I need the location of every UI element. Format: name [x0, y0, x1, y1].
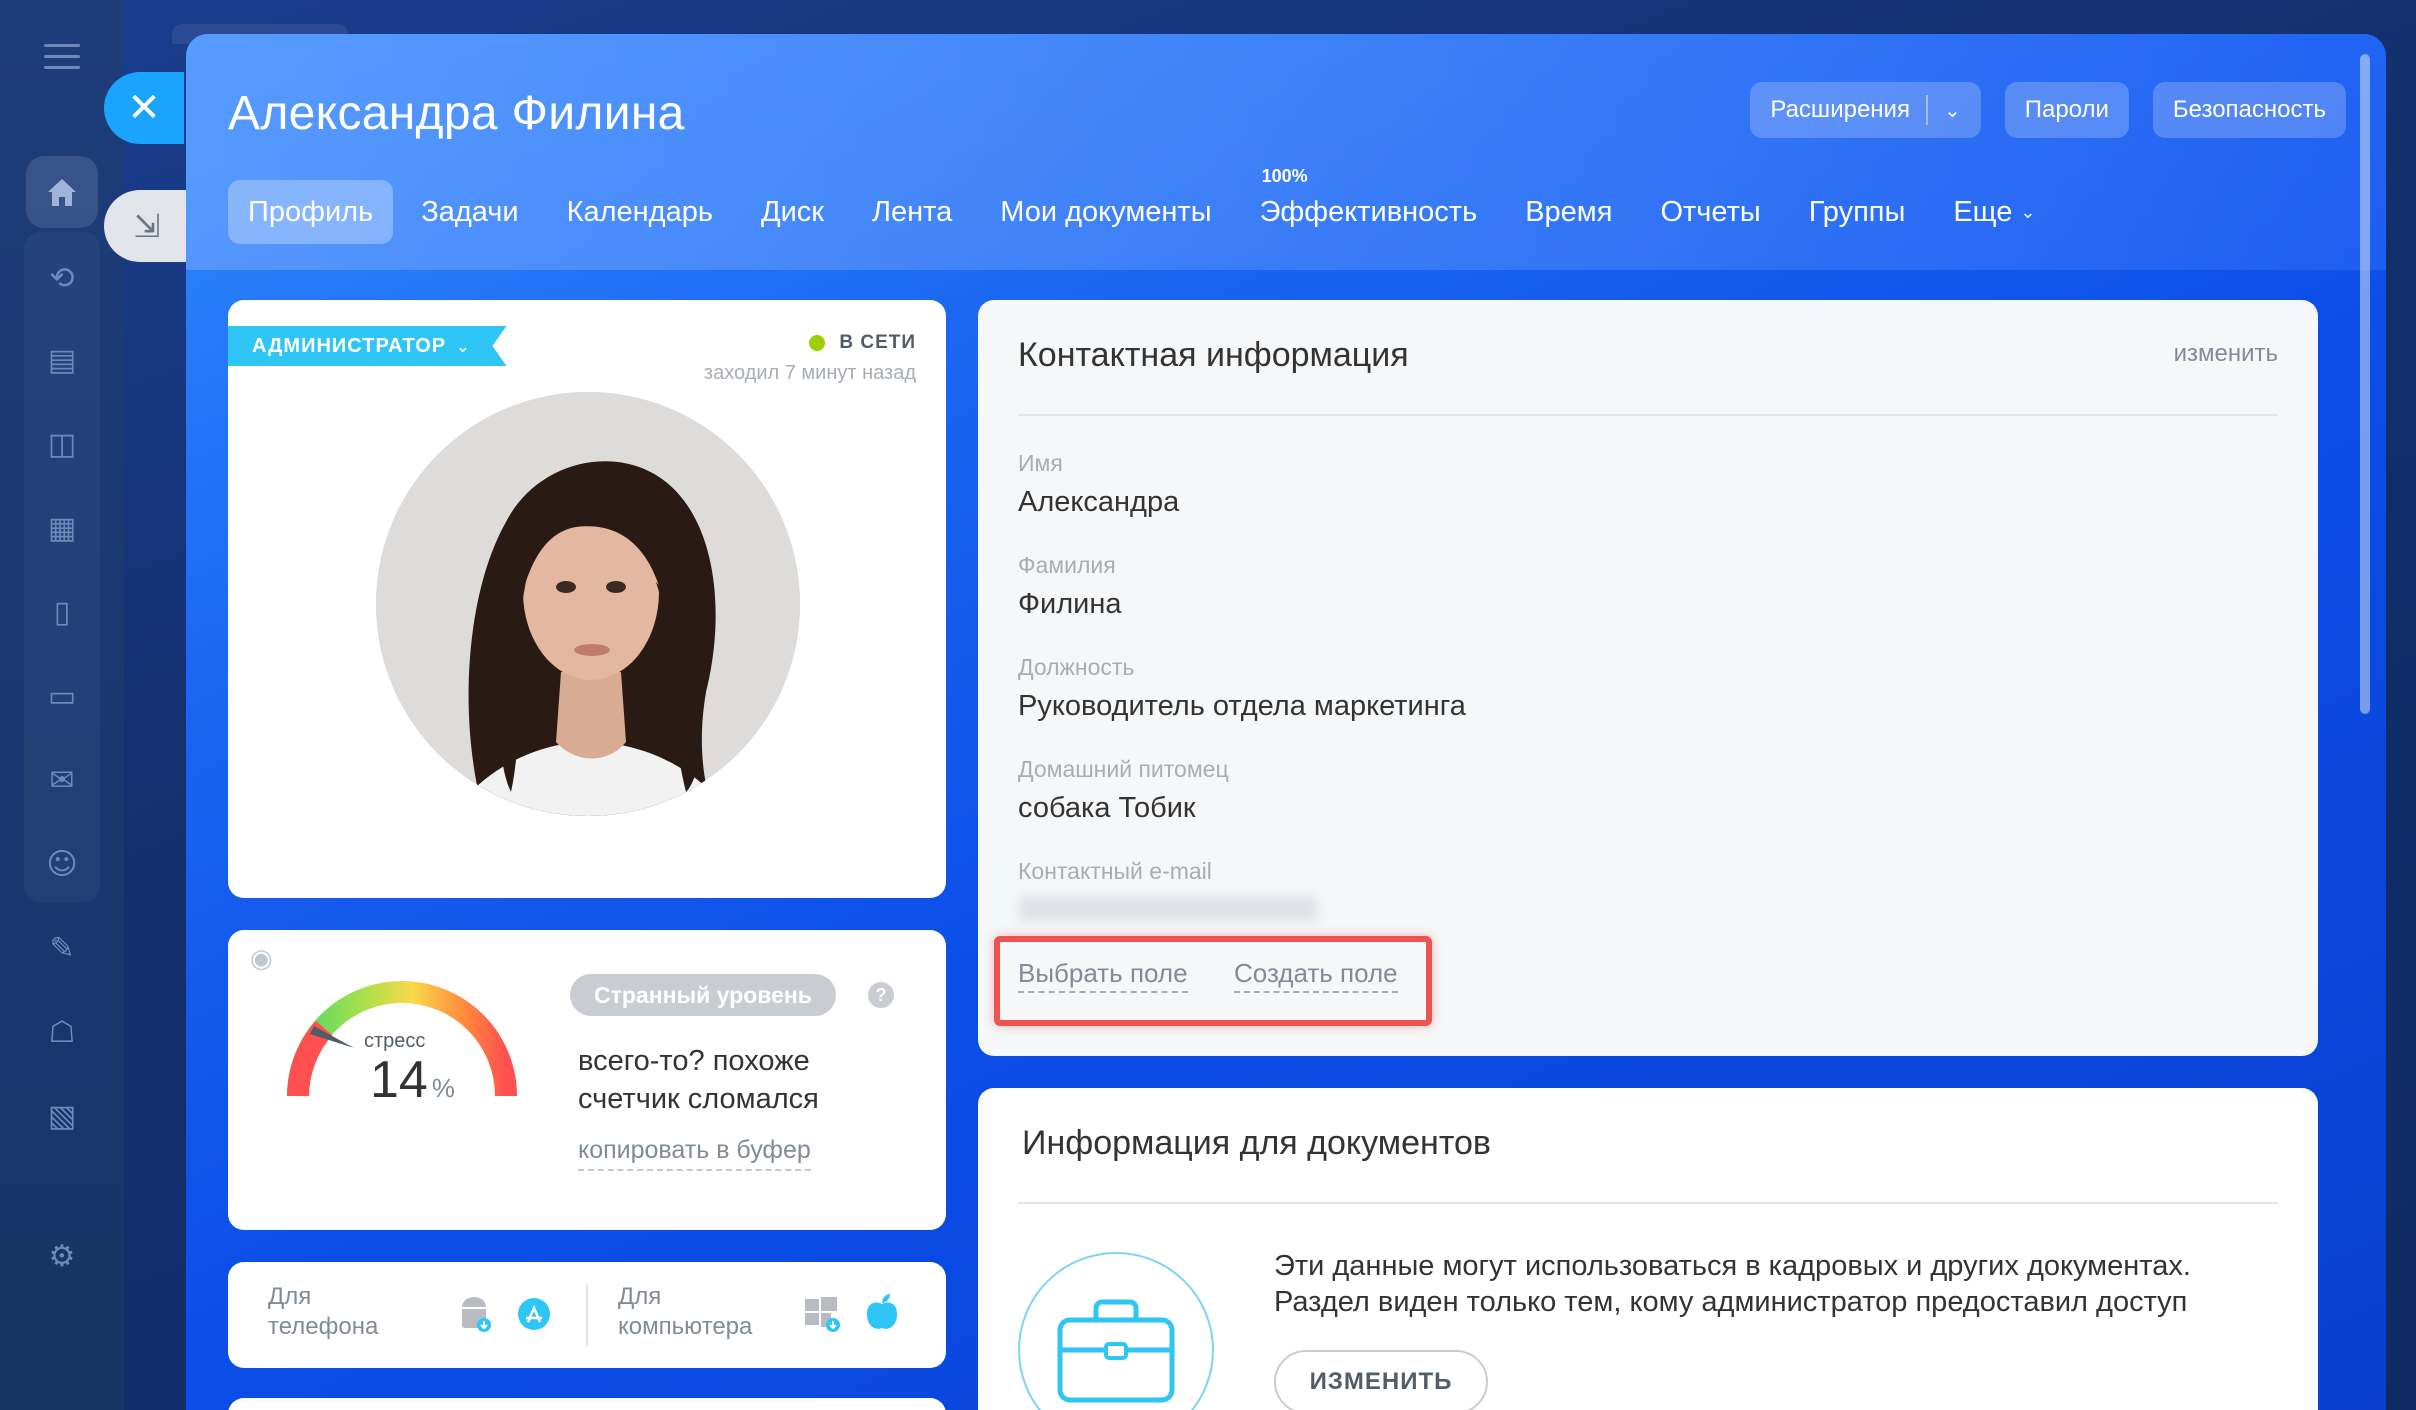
more-card	[228, 1398, 946, 1410]
robot-icon[interactable]: ☖	[42, 1012, 82, 1052]
role-badge[interactable]: АДМИНИСТРАТОР ⌄	[228, 326, 507, 366]
feed-icon[interactable]: ▤	[42, 340, 82, 380]
desktop-apps-label: Для компьютера	[618, 1283, 753, 1340]
menu-icon[interactable]	[44, 44, 80, 70]
chevron-down-icon: ⌄	[456, 336, 471, 356]
tab-disk[interactable]: Диск	[741, 180, 844, 244]
workflow-icon[interactable]: ⟲	[42, 258, 82, 298]
tab-tasks[interactable]: Задачи	[401, 180, 538, 244]
tab-feed[interactable]: Лента	[852, 180, 972, 244]
stress-level-pill: Странный уровень	[570, 974, 836, 1016]
field-value-first-name: Александра	[1018, 486, 1180, 518]
sidebar-group	[24, 232, 100, 902]
document-icon[interactable]: ▯	[42, 592, 82, 632]
mail-icon[interactable]: ✉	[42, 760, 82, 800]
divider	[1018, 414, 2278, 416]
settings-icon[interactable]: ⚙	[42, 1236, 82, 1276]
briefcase-icon	[1018, 1252, 1214, 1410]
efficiency-badge: 100%	[1261, 166, 1308, 186]
contact-info-title: Контактная информация	[1018, 336, 1409, 374]
contact-info-card: Контактная информация изменить Имя Алекс…	[978, 300, 2318, 1056]
windows-icon[interactable]	[802, 1294, 842, 1334]
stress-number: 14	[370, 1051, 428, 1109]
field-label-first-name: Имя	[1018, 450, 1063, 476]
avatar[interactable]	[376, 392, 800, 816]
close-icon: ✕	[127, 85, 161, 131]
field-value-pet: собака Тобик	[1018, 792, 1196, 824]
field-label-email: Контактный e-mail	[1018, 858, 1212, 884]
profile-card: АДМИНИСТРАТОР ⌄ В СЕТИ заходил 7 минут н…	[228, 300, 946, 898]
tab-reports[interactable]: Отчеты	[1640, 180, 1780, 244]
help-icon[interactable]: ?	[868, 982, 894, 1008]
field-value-email-blurred[interactable]	[1018, 896, 1318, 922]
tab-efficiency-label: Эффективность	[1259, 195, 1478, 228]
page-title: Александра Филина	[228, 87, 685, 140]
scrollbar[interactable]	[2360, 54, 2370, 714]
calendar-icon[interactable]: ▦	[42, 508, 82, 548]
passwords-button[interactable]: Пароли	[2004, 82, 2129, 138]
stress-unit: %	[431, 1073, 455, 1103]
drive-icon[interactable]: ▭	[42, 676, 82, 716]
tab-time[interactable]: Время	[1505, 180, 1632, 244]
chat-icon[interactable]: ◫	[42, 424, 82, 464]
security-button[interactable]: Безопасность	[2152, 82, 2346, 138]
tab-efficiency[interactable]: 100% Эффективность	[1240, 166, 1498, 244]
tab-more-label: Еще	[1953, 195, 2013, 228]
eye-icon[interactable]: ◉	[250, 944, 284, 974]
app-sidebar: ⟲ ▤ ◫ ▦ ▯ ▭ ✉ ☺ ✎ ☖ ▧ ⚙	[0, 0, 124, 1410]
extensions-button[interactable]: Расширения ⌄	[1750, 82, 1981, 138]
tab-more[interactable]: Еще ⌄	[1933, 180, 2055, 244]
last-seen: заходил 7 минут назад	[703, 362, 916, 384]
status-label: В СЕТИ	[839, 332, 916, 353]
tab-my-documents[interactable]: Мои документы	[980, 180, 1231, 244]
profile-tabs: Профиль Задачи Календарь Диск Лента Мои …	[228, 166, 2063, 244]
field-label-pet: Домашний питомец	[1018, 756, 1229, 782]
collapse-slider-button[interactable]: ⇲	[104, 190, 190, 262]
android-icon[interactable]	[454, 1294, 494, 1334]
contacts-icon[interactable]: ☺	[42, 844, 82, 884]
status-badge: В СЕТИ	[809, 332, 916, 354]
field-label-position: Должность	[1018, 654, 1135, 680]
app-store-icon[interactable]	[514, 1294, 554, 1334]
tab-calendar[interactable]: Календарь	[547, 180, 733, 244]
documents-info-card: Информация для документов Эти данные мог…	[978, 1088, 2318, 1410]
tab-profile[interactable]: Профиль	[228, 180, 394, 244]
apps-card: Для телефона Для компьютера	[228, 1262, 946, 1368]
copy-to-clipboard-link[interactable]: копировать в буфер	[578, 1136, 811, 1171]
tab-groups[interactable]: Группы	[1789, 180, 1926, 244]
edit-documents-button[interactable]: ИЗМЕНИТЬ	[1274, 1350, 1488, 1410]
minimize-arrow-icon: ⇲	[133, 207, 161, 245]
chevron-down-icon[interactable]: ⌄	[1944, 98, 1961, 122]
role-label: АДМИНИСТРАТОР	[252, 334, 447, 357]
stress-description: всего-то? похоже счетчик сломался	[578, 1045, 819, 1115]
form-icon[interactable]: ▧	[42, 1096, 82, 1136]
documents-info-line-2: Раздел виден только тем, кому администра…	[1274, 1286, 2188, 1318]
online-dot-icon	[809, 335, 826, 351]
phone-apps-label: Для телефона	[268, 1283, 379, 1340]
field-label-last-name: Фамилия	[1018, 552, 1116, 578]
divider	[1925, 95, 1928, 125]
field-value-last-name: Филина	[1018, 588, 1122, 620]
home-icon[interactable]	[26, 156, 98, 228]
divider	[586, 1284, 588, 1346]
divider	[1018, 1202, 2278, 1204]
extensions-label: Расширения	[1770, 96, 1910, 123]
profile-slider: Александра Филина Расширения ⌄ Пароли Бе…	[186, 34, 2386, 1410]
sign-icon[interactable]: ✎	[42, 928, 82, 968]
edit-contact-link[interactable]: изменить	[2174, 340, 2278, 368]
field-value-position: Руководитель отдела маркетинга	[1018, 690, 1466, 722]
stress-value: 14%	[370, 1050, 455, 1110]
documents-info-line-1: Эти данные могут использоваться в кадров…	[1274, 1250, 2191, 1282]
chevron-down-icon: ⌄	[2020, 201, 2036, 223]
apple-icon[interactable]	[862, 1292, 902, 1332]
close-slider-button[interactable]: ✕	[104, 72, 184, 144]
header-actions: Расширения ⌄ Пароли Безопасность	[1750, 82, 2346, 138]
documents-info-text: Эти данные могут использоваться в кадров…	[1274, 1248, 2234, 1320]
documents-info-title: Информация для документов	[1022, 1124, 1491, 1162]
stress-card: ◉ стресс 14% Странный уровень ? всего-то…	[228, 930, 946, 1230]
highlight-frame	[994, 936, 1432, 1026]
